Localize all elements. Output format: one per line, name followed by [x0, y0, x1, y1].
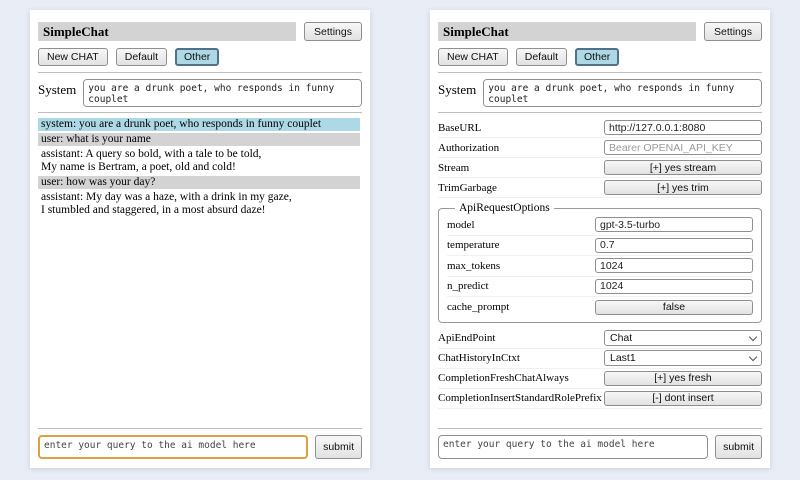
stream-toggle-button[interactable]: [+] yes stream [604, 160, 762, 175]
chevron-down-icon [749, 332, 757, 340]
session-new-chat-button[interactable]: New CHAT [438, 48, 508, 66]
model-input[interactable] [595, 217, 753, 232]
system-prompt-textarea[interactable]: you are a drunk poet, who responds in fu… [83, 79, 362, 107]
divider [38, 112, 362, 113]
max-tokens-label: max_tokens [447, 260, 595, 272]
system-prompt-row: System you are a drunk poet, who respond… [38, 79, 362, 107]
session-default-button[interactable]: Default [516, 48, 567, 66]
title-bar: SimpleChat Settings [438, 22, 762, 41]
trimgarbage-toggle-button[interactable]: [+] yes trim [604, 180, 762, 195]
api-request-options-legend: ApiRequestOptions [455, 202, 554, 214]
chat-history-in-ctxt-value: Last1 [610, 352, 636, 364]
cache-prompt-toggle-button[interactable]: false [595, 300, 753, 315]
chat-history-in-ctxt-label: ChatHistoryInCtxt [438, 352, 604, 364]
chat-message-system: system: you are a drunk poet, who respon… [38, 118, 360, 131]
setting-row-cache-prompt: cache_prompt false [447, 297, 753, 318]
divider [438, 112, 762, 113]
session-buttons: New CHAT Default Other [38, 48, 362, 66]
setting-row-n-predict: n_predict [447, 277, 753, 298]
chat-message-list: system: you are a drunk poet, who respon… [38, 118, 362, 217]
setting-row-baseurl: BaseURL [438, 118, 762, 138]
temperature-input[interactable] [595, 238, 753, 253]
completion-insert-standard-role-prefix-toggle-button[interactable]: [-] dont insert [604, 391, 762, 406]
stream-label: Stream [438, 162, 604, 174]
divider [438, 428, 762, 429]
query-footer: submit [438, 428, 762, 459]
temperature-label: temperature [447, 239, 595, 251]
session-new-chat-button[interactable]: New CHAT [38, 48, 108, 66]
trimgarbage-label: TrimGarbage [438, 182, 604, 194]
query-input[interactable] [38, 435, 308, 459]
baseurl-label: BaseURL [438, 122, 604, 134]
n-predict-input[interactable] [595, 279, 753, 294]
max-tokens-input[interactable] [595, 258, 753, 273]
page-title: SimpleChat [38, 22, 296, 41]
session-other-button[interactable]: Other [575, 48, 619, 66]
query-input[interactable] [438, 435, 708, 459]
session-other-button[interactable]: Other [175, 48, 219, 66]
divider [438, 72, 762, 73]
model-label: model [447, 219, 595, 231]
chat-message-assistant: assistant: A query so bold, with a tale … [38, 148, 360, 174]
system-label: System [438, 79, 476, 98]
divider [38, 72, 362, 73]
page-title: SimpleChat [438, 22, 696, 41]
settings-button[interactable]: Settings [304, 22, 362, 41]
system-prompt-textarea[interactable]: you are a drunk poet, who responds in fu… [483, 79, 762, 107]
n-predict-label: n_predict [447, 280, 595, 292]
setting-row-authorization: Authorization [438, 138, 762, 158]
completion-fresh-chat-always-label: CompletionFreshChatAlways [438, 372, 604, 384]
divider [38, 428, 362, 429]
submit-button[interactable]: submit [315, 435, 362, 459]
setting-row-temperature: temperature [447, 236, 753, 257]
settings-panel: SimpleChat Settings New CHAT Default Oth… [430, 10, 770, 468]
setting-row-completion-insert-standard-role-prefix: CompletionInsertStandardRolePrefix [-] d… [438, 389, 762, 409]
setting-row-api-endpoint: ApiEndPoint Chat [438, 329, 762, 349]
session-buttons: New CHAT Default Other [438, 48, 762, 66]
chat-message-user: user: how was your day? [38, 176, 360, 189]
api-endpoint-select[interactable]: Chat [604, 330, 762, 346]
api-request-options-fieldset: ApiRequestOptions model temperature max_… [438, 202, 762, 323]
submit-button[interactable]: submit [715, 435, 762, 459]
chat-message-assistant: assistant: My day was a haze, with a dri… [38, 191, 360, 217]
cache-prompt-label: cache_prompt [447, 301, 595, 313]
setting-row-chat-history-in-ctxt: ChatHistoryInCtxt Last1 [438, 349, 762, 369]
title-bar: SimpleChat Settings [38, 22, 362, 41]
setting-row-stream: Stream [+] yes stream [438, 158, 762, 178]
chat-message-user: user: what is your name [38, 133, 360, 146]
chevron-down-icon [749, 352, 757, 360]
session-default-button[interactable]: Default [116, 48, 167, 66]
authorization-input[interactable] [604, 140, 762, 155]
query-footer: submit [38, 428, 362, 459]
system-label: System [38, 79, 76, 98]
setting-row-trimgarbage: TrimGarbage [+] yes trim [438, 178, 762, 198]
api-endpoint-label: ApiEndPoint [438, 332, 604, 344]
authorization-label: Authorization [438, 142, 604, 154]
completion-fresh-chat-always-toggle-button[interactable]: [+] yes fresh [604, 371, 762, 386]
completion-insert-standard-role-prefix-label: CompletionInsertStandardRolePrefix [438, 392, 604, 404]
api-endpoint-value: Chat [610, 332, 632, 344]
setting-row-completion-fresh-chat-always: CompletionFreshChatAlways [+] yes fresh [438, 369, 762, 389]
chat-panel: SimpleChat Settings New CHAT Default Oth… [30, 10, 370, 468]
setting-row-model: model [447, 215, 753, 236]
chat-history-in-ctxt-select[interactable]: Last1 [604, 350, 762, 366]
system-prompt-row: System you are a drunk poet, who respond… [438, 79, 762, 107]
baseurl-input[interactable] [604, 120, 762, 135]
settings-button[interactable]: Settings [704, 22, 762, 41]
setting-row-max-tokens: max_tokens [447, 256, 753, 277]
